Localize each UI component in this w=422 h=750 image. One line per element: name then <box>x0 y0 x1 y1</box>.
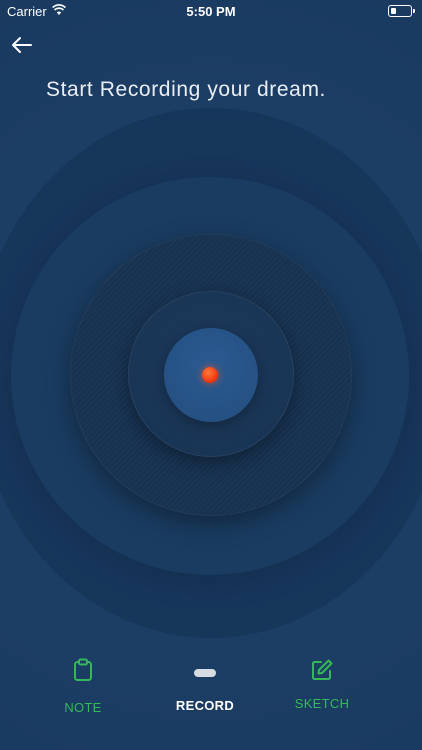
tab-sketch[interactable]: SKETCH <box>282 658 362 711</box>
status-bar: Carrier 5:50 PM <box>0 0 422 22</box>
clock: 5:50 PM <box>186 4 236 19</box>
recording-screen: Carrier 5:50 PM Start Recording your dre… <box>0 0 422 750</box>
arrow-left-icon <box>12 37 32 53</box>
battery-icon <box>388 5 415 17</box>
edit-icon <box>312 659 333 680</box>
tab-note[interactable]: NOTE <box>48 658 118 715</box>
tab-sketch-label: SKETCH <box>294 696 350 711</box>
clipboard-icon <box>74 658 92 681</box>
tab-record-label: RECORD <box>175 698 235 713</box>
tab-note-label: NOTE <box>64 700 102 715</box>
record-dot-button[interactable] <box>202 367 218 383</box>
tab-record[interactable]: RECORD <box>160 668 250 713</box>
back-button[interactable] <box>10 34 34 56</box>
recorder-icon <box>194 669 216 677</box>
battery-level <box>390 7 396 14</box>
page-title: Start Recording your dream. <box>46 78 326 101</box>
